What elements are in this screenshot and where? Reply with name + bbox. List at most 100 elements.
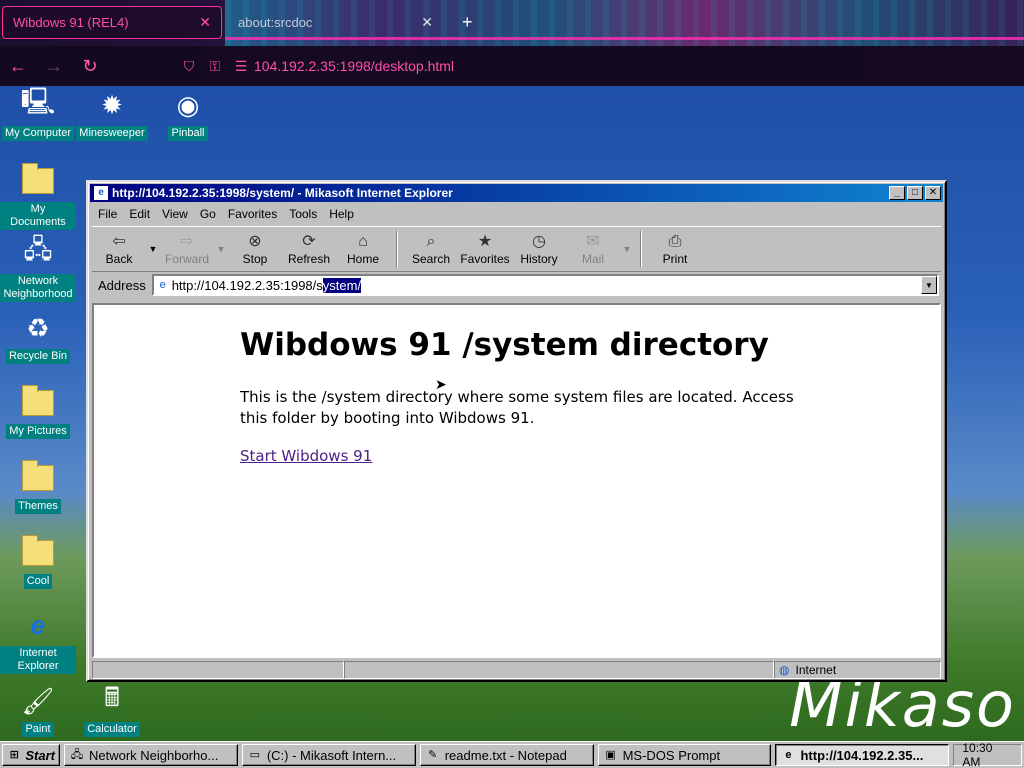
address-dropdown-icon[interactable]: ▼ bbox=[921, 276, 937, 294]
back-label: Back bbox=[105, 252, 133, 266]
close-icon[interactable]: ✕ bbox=[421, 14, 433, 31]
home-label: Home bbox=[346, 252, 379, 266]
toolbar-separator bbox=[396, 231, 398, 267]
desktop-icon-cool[interactable]: Cool bbox=[0, 535, 76, 589]
task-internet-explorer[interactable]: e http://104.192.2.35... bbox=[775, 744, 950, 766]
stop-icon: ⊗ bbox=[248, 233, 262, 250]
stop-button[interactable]: ⊗ Stop bbox=[228, 232, 282, 266]
icon-label: Internet Explorer bbox=[0, 646, 76, 674]
recycle-bin-icon: ♻ bbox=[26, 312, 50, 343]
mouse-cursor-icon: ➤ bbox=[435, 376, 447, 392]
desktop-icon-my-documents[interactable]: My Documents bbox=[0, 163, 76, 230]
favorites-icon: ★ bbox=[477, 233, 493, 250]
search-button[interactable]: ⌕ Search bbox=[404, 232, 458, 266]
calculator-icon: 🖩 bbox=[104, 682, 120, 712]
start-wibdows-link[interactable]: Start Wibdows 91 bbox=[240, 447, 372, 465]
forward-dropdown-icon[interactable]: ▼ bbox=[214, 244, 228, 254]
task-explorer-c[interactable]: ▭ (C:) - Mikasoft Intern... bbox=[241, 744, 416, 766]
menu-view[interactable]: View bbox=[156, 207, 194, 221]
address-bar: Address e http://104.192.2.35:1998/syste… bbox=[92, 273, 941, 297]
back-button[interactable]: ⇦ Back bbox=[92, 232, 146, 266]
start-button[interactable]: ⊞ Start bbox=[2, 744, 60, 766]
minimize-button[interactable]: _ bbox=[889, 186, 905, 200]
icon-label: Calculator bbox=[84, 722, 140, 737]
desktop-icon-minesweeper[interactable]: ✹ Minesweeper bbox=[74, 88, 150, 141]
desktop-icon-internet-explorer[interactable]: e Internet Explorer bbox=[0, 608, 76, 674]
tab-title: Wibdows 91 (REL4) bbox=[13, 15, 129, 30]
address-text[interactable]: http://104.192.2.35:1998/s bbox=[172, 278, 323, 293]
close-icon[interactable]: ✕ bbox=[199, 14, 211, 31]
insecure-lock-icon[interactable]: ⚿ bbox=[202, 58, 228, 75]
url-bar[interactable]: ⛉ ⚿ ☰ 104.192.2.35:1998/desktop.html bbox=[176, 50, 866, 82]
globe-icon: ◍ bbox=[779, 663, 790, 677]
back-dropdown-icon[interactable]: ▼ bbox=[146, 244, 160, 254]
reload-icon[interactable]: ↻ bbox=[72, 56, 108, 77]
task-label: Network Neighborho... bbox=[88, 747, 219, 763]
desktop-icon-network-neighborhood[interactable]: 🖧 Network Neighborhood bbox=[0, 234, 76, 302]
menu-file[interactable]: File bbox=[92, 207, 123, 221]
menu-go[interactable]: Go bbox=[194, 207, 222, 221]
desktop-icon-themes[interactable]: Themes bbox=[0, 460, 76, 514]
notepad-icon: ✎ bbox=[428, 749, 438, 761]
menu-edit[interactable]: Edit bbox=[123, 207, 156, 221]
task-label: readme.txt - Notepad bbox=[444, 747, 567, 763]
icon-label: My Pictures bbox=[6, 424, 70, 439]
window-titlebar[interactable]: e http://104.192.2.35:1998/system/ - Mik… bbox=[90, 184, 943, 202]
refresh-icon: ⟳ bbox=[302, 233, 316, 250]
mine-icon: ✹ bbox=[101, 89, 123, 120]
shield-icon[interactable]: ⛉ bbox=[176, 58, 202, 75]
menu-favorites[interactable]: Favorites bbox=[222, 207, 283, 221]
task-label: (C:) - Mikasoft Intern... bbox=[266, 747, 397, 763]
icon-label: Cool bbox=[23, 574, 53, 589]
back-arrow-icon[interactable]: ← bbox=[0, 56, 36, 77]
refresh-button[interactable]: ⟳ Refresh bbox=[282, 232, 336, 266]
drive-icon: ▭ bbox=[249, 749, 261, 761]
icon-label: Themes bbox=[15, 499, 61, 514]
mail-dropdown-icon[interactable]: ▼ bbox=[620, 244, 634, 254]
tab-wibdows[interactable]: Wibdows 91 (REL4) ✕ bbox=[2, 6, 222, 39]
stop-label: Stop bbox=[242, 252, 268, 266]
desktop-icon-my-computer[interactable]: 🖳 My Computer bbox=[0, 86, 76, 141]
search-label: Search bbox=[411, 252, 451, 266]
menu-tools[interactable]: Tools bbox=[283, 207, 323, 221]
forward-arrow-icon[interactable]: → bbox=[36, 56, 72, 77]
desktop-icon-recycle-bin[interactable]: ♻ Recycle Bin bbox=[0, 311, 76, 364]
maximize-button[interactable]: □ bbox=[907, 186, 923, 200]
search-icon: ⌕ bbox=[426, 233, 436, 250]
desktop-icon-calculator[interactable]: 🖩 Calculator bbox=[74, 682, 150, 737]
history-button[interactable]: ◷ History bbox=[512, 232, 566, 266]
start-label: Start bbox=[25, 747, 55, 763]
task-ms-dos[interactable]: ▣ MS-DOS Prompt bbox=[597, 744, 772, 766]
status-bar: ◍ Internet bbox=[92, 661, 941, 679]
desktop-icon-my-pictures[interactable]: My Pictures bbox=[0, 385, 76, 439]
folder-icon bbox=[22, 385, 54, 416]
permissions-icon[interactable]: ☰ bbox=[228, 58, 254, 75]
task-network-neighborhood[interactable]: 🖧 Network Neighborho... bbox=[63, 744, 238, 766]
forward-button[interactable]: ⇨ Forward bbox=[160, 232, 214, 266]
address-input[interactable]: e http://104.192.2.35:1998/system/ ▼ bbox=[151, 274, 939, 296]
taskbar: ⊞ Start 🖧 Network Neighborho... ▭ (C:) -… bbox=[0, 741, 1024, 768]
task-notepad[interactable]: ✎ readme.txt - Notepad bbox=[419, 744, 594, 766]
new-tab-icon[interactable]: + bbox=[462, 12, 473, 33]
desktop-icon-paint[interactable]: 🖌 Paint bbox=[0, 684, 76, 737]
address-selection[interactable]: ystem/ bbox=[322, 277, 362, 293]
favorites-button[interactable]: ★ Favorites bbox=[458, 232, 512, 266]
ie-icon: e bbox=[30, 609, 46, 640]
mail-button[interactable]: ✉ Mail bbox=[566, 232, 620, 266]
network-icon: 🖧 bbox=[70, 749, 84, 761]
url-text[interactable]: 104.192.2.35:1998/desktop.html bbox=[254, 58, 454, 74]
print-button[interactable]: ⎙ Print bbox=[648, 232, 702, 266]
tab-srcdoc[interactable]: about:srcdoc ✕ bbox=[228, 6, 443, 39]
network-icon: 🖧 bbox=[23, 234, 53, 264]
home-button[interactable]: ⌂ Home bbox=[336, 232, 390, 266]
page-body: Wibdows 91 /system directory This is the… bbox=[240, 327, 800, 465]
menu-help[interactable]: Help bbox=[323, 207, 360, 221]
close-button[interactable]: ✕ bbox=[925, 186, 941, 200]
back-icon: ⇦ bbox=[112, 233, 126, 250]
icon-label: Minesweeper bbox=[76, 126, 148, 141]
msdos-icon: ▣ bbox=[605, 749, 616, 761]
favorites-label: Favorites bbox=[460, 252, 510, 266]
pinball-icon: ◉ bbox=[176, 89, 200, 120]
desktop-icon-pinball[interactable]: ◉ Pinball bbox=[150, 88, 226, 141]
clock[interactable]: 10:30 AM bbox=[962, 741, 1013, 768]
